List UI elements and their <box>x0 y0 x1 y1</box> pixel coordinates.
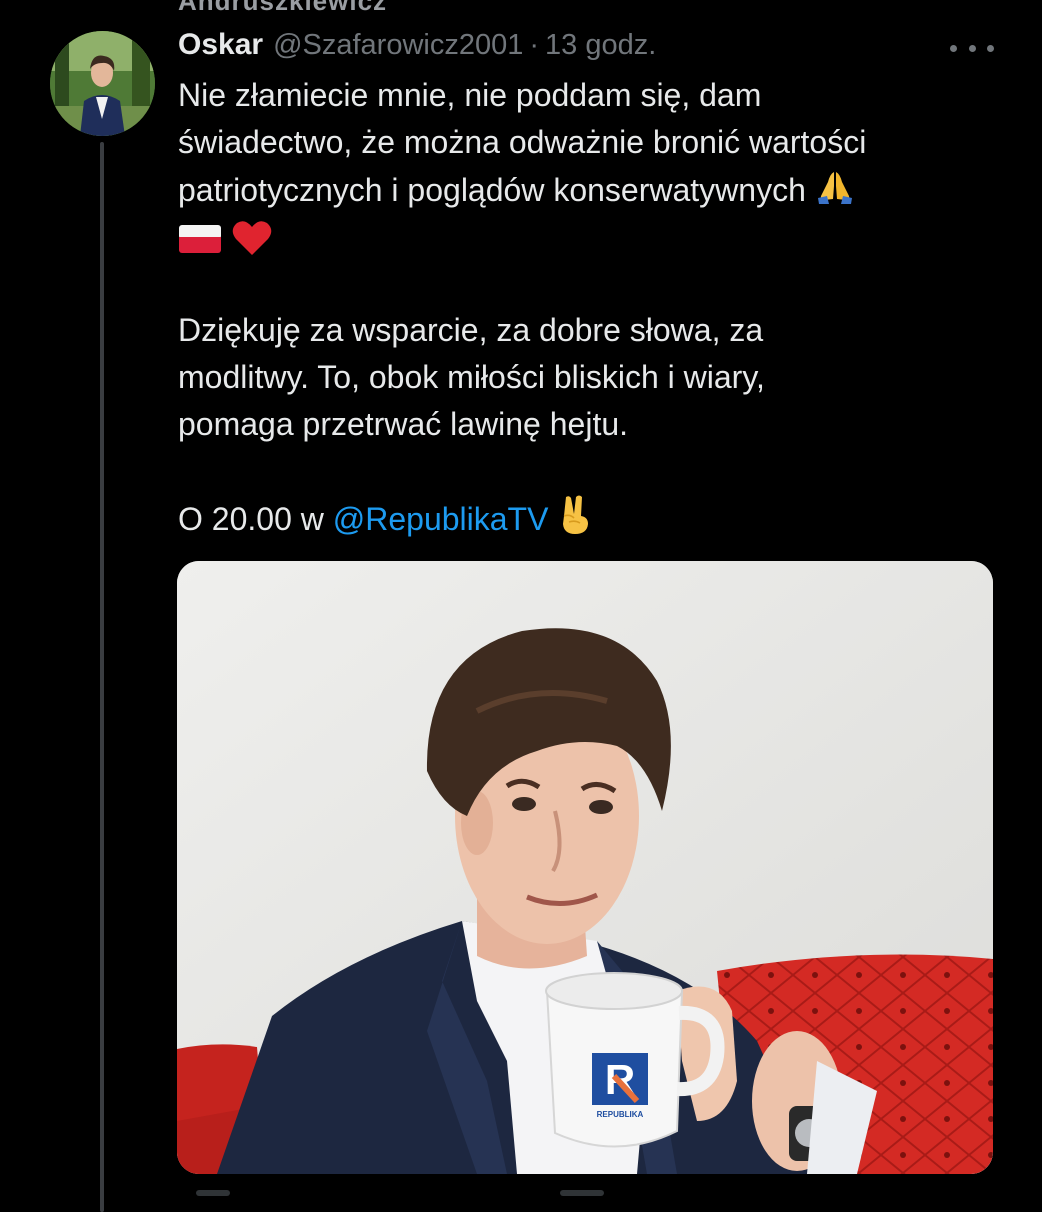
mug-logo-text: REPUBLIKA <box>597 1110 644 1119</box>
reply-icon[interactable] <box>196 1190 230 1196</box>
tweet-paragraph-2: Dziękuję za wsparcie, za dobre słowa, za… <box>178 307 988 448</box>
red-heart-emoji <box>231 219 273 270</box>
tweet-text-fragment: patriotycznych i poglądów konserwatywnyc… <box>178 171 806 208</box>
mention-link[interactable]: @RepublikaTV <box>333 501 549 537</box>
tweet-text-line: Nie złamiecie mnie, nie poddam się, dam <box>178 77 762 113</box>
tweet-text-line: patriotycznych i poglądów konserwatywnyc… <box>178 166 988 219</box>
folded-hands-emoji <box>815 166 855 219</box>
tweet-header: Oskar @Szafarowicz2001 · 13 godz. <box>178 28 656 68</box>
separator-dot: · <box>529 29 540 61</box>
tweet-text-line: O 20.00 w @RepublikaTV <box>178 494 988 549</box>
poland-flag-emoji <box>178 221 222 268</box>
more-horizontal-icon[interactable] <box>950 36 994 60</box>
tweet-text-line: świadectwo, że można odważnie bronić war… <box>178 124 867 160</box>
tweet-text-fragment: O 20.00 w <box>178 500 324 537</box>
tweet-media-photo[interactable]: R REPUBLIKA <box>177 561 993 1174</box>
tweet-paragraph-1: Nie złamiecie mnie, nie poddam się, dam … <box>178 72 988 270</box>
user-handle[interactable]: @Szafarowicz2001 <box>273 29 523 62</box>
tweet-text-line: modlitwy. To, obok miłości bliskich i wi… <box>178 359 765 395</box>
tweet-text-line: pomaga przetrwać lawinę hejtu. <box>178 406 629 442</box>
victory-hand-emoji <box>557 494 593 549</box>
previous-tweet-author-name[interactable]: Andruszkiewicz <box>178 0 387 17</box>
retweet-icon[interactable] <box>560 1190 604 1196</box>
thread-connector-line <box>100 142 104 1212</box>
display-name[interactable]: Oskar <box>178 28 263 62</box>
tweet-text-line: Dziękuję za wsparcie, za dobre słowa, za <box>178 312 764 348</box>
tweet-paragraph-3: O 20.00 w @RepublikaTV <box>178 494 988 549</box>
avatar[interactable] <box>50 31 155 136</box>
timestamp[interactable]: 13 godz. <box>545 29 656 62</box>
tweet-text-line <box>178 219 988 270</box>
